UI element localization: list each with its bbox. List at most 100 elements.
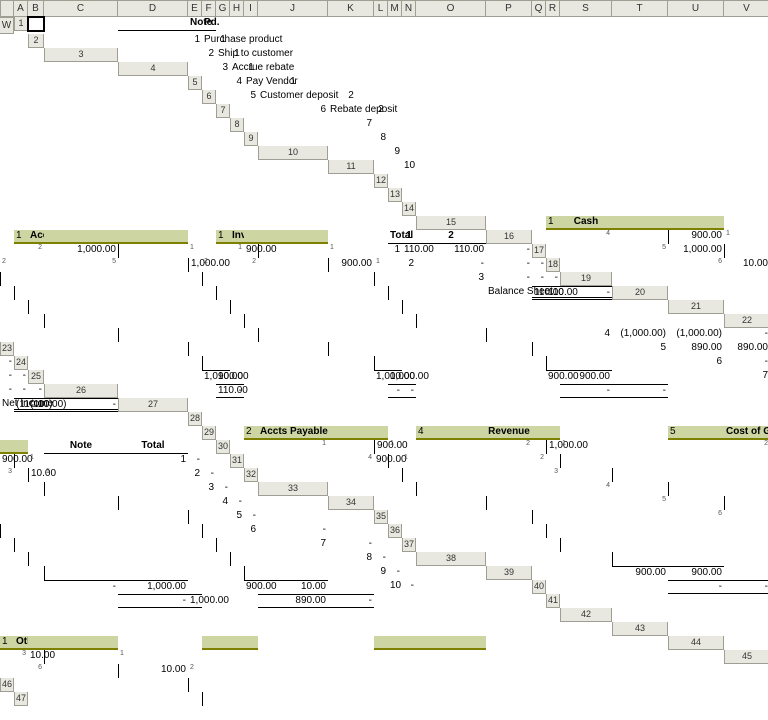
cell[interactable]: 5 [668,426,724,440]
cell[interactable] [560,202,612,216]
cell[interactable] [668,146,724,160]
row-header[interactable]: 39 [486,566,532,580]
cell[interactable] [486,454,532,468]
cell[interactable] [188,678,202,692]
cell[interactable] [244,398,258,412]
cell[interactable] [188,202,202,216]
cell[interactable] [44,76,118,90]
cell[interactable] [560,160,612,174]
cell[interactable]: 2 [374,104,388,118]
cell[interactable] [0,146,14,160]
cell[interactable] [44,482,118,496]
cell[interactable] [0,48,14,62]
cell[interactable] [230,398,244,412]
cell[interactable] [44,692,118,706]
cell[interactable] [258,398,328,412]
cell[interactable] [14,552,28,566]
cell[interactable] [118,202,188,216]
cell[interactable] [416,286,486,300]
cell[interactable] [202,496,216,510]
cell[interactable] [612,468,668,482]
cell[interactable] [486,48,532,62]
cell[interactable] [560,538,612,552]
cell[interactable]: 890.00 [724,342,768,356]
cell[interactable] [486,692,532,706]
cell[interactable] [230,594,244,608]
cell[interactable] [416,636,486,650]
cell[interactable] [560,468,612,482]
row-header[interactable]: 30 [216,440,230,454]
cell[interactable]: Rebate deposit [328,104,374,118]
cell[interactable]: - [258,524,328,538]
cell[interactable] [0,160,14,174]
cell[interactable] [328,398,374,412]
cell[interactable] [402,34,416,48]
cell[interactable] [0,104,14,118]
cell[interactable] [374,678,388,692]
cell[interactable] [118,342,188,356]
cell[interactable] [216,90,230,104]
cell[interactable] [230,412,244,426]
cell[interactable] [118,146,188,160]
cell[interactable]: 8 [374,132,388,146]
cell[interactable] [188,300,202,314]
cell[interactable] [0,230,14,244]
row-header[interactable]: 14 [402,202,416,216]
cell[interactable] [328,412,374,426]
cell[interactable] [724,412,768,426]
cell[interactable] [216,272,230,286]
cell[interactable] [258,286,328,300]
cell[interactable] [374,356,388,370]
cell[interactable] [612,678,668,692]
cell[interactable]: - [28,384,44,398]
cell[interactable]: 2 [402,258,416,272]
cell[interactable] [486,174,532,188]
cell[interactable]: 890.00 [258,594,328,608]
row-header[interactable]: 26 [44,384,118,398]
cell[interactable] [0,580,14,594]
col-header[interactable]: Q [532,0,546,17]
cell[interactable] [668,188,724,202]
cell[interactable] [28,412,44,426]
cell[interactable] [374,650,388,664]
row-header[interactable]: 34 [328,496,374,510]
cell[interactable] [0,538,14,552]
cell[interactable] [44,62,118,76]
cell[interactable] [560,76,612,90]
cell[interactable] [724,594,768,608]
cell[interactable] [388,174,402,188]
cell[interactable]: 6 [258,104,328,118]
cell[interactable] [28,678,44,692]
cell[interactable] [724,34,768,48]
cell[interactable] [402,496,416,510]
cell[interactable] [402,328,416,342]
cell[interactable] [402,692,416,706]
cell[interactable] [0,482,14,496]
cell[interactable] [230,440,244,454]
cell[interactable] [724,398,768,412]
cell[interactable]: 2 [328,90,374,104]
cell[interactable] [216,608,230,622]
cell[interactable] [402,90,416,104]
cell[interactable] [328,174,374,188]
cell[interactable] [374,524,388,538]
row-header[interactable]: 9 [244,132,258,146]
col-header[interactable]: N [402,0,416,17]
cell[interactable] [230,580,244,594]
cell[interactable] [14,496,28,510]
row-header[interactable]: 27 [118,398,188,412]
cell[interactable] [388,622,402,636]
cell[interactable] [244,678,258,692]
cell[interactable]: - [388,566,402,580]
cell[interactable]: 110.00 [416,244,486,258]
cell[interactable] [202,272,216,286]
cell[interactable] [258,608,328,622]
cell[interactable] [668,286,724,300]
cell[interactable] [230,538,244,552]
cell[interactable] [258,650,328,664]
cell[interactable] [14,706,28,720]
cell[interactable]: - [14,384,28,398]
cell[interactable] [0,90,14,104]
cell[interactable] [668,272,724,286]
cell[interactable] [328,482,374,496]
